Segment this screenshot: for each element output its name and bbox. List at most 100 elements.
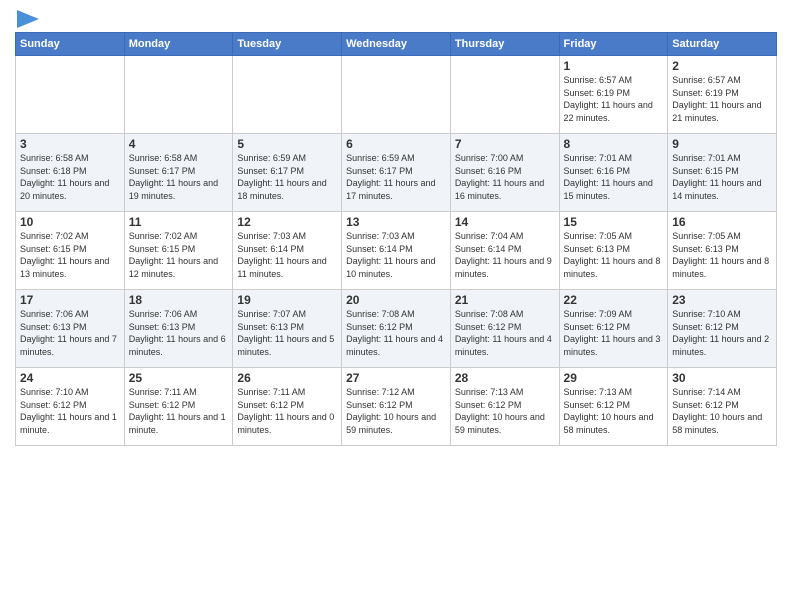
day-number: 27 xyxy=(346,371,446,385)
day-number: 24 xyxy=(20,371,120,385)
calendar-week-row: 24Sunrise: 7:10 AM Sunset: 6:12 PM Dayli… xyxy=(16,368,777,446)
page: SundayMondayTuesdayWednesdayThursdayFrid… xyxy=(0,0,792,612)
day-info: Sunrise: 7:01 AM Sunset: 6:15 PM Dayligh… xyxy=(672,152,772,202)
day-info: Sunrise: 7:06 AM Sunset: 6:13 PM Dayligh… xyxy=(20,308,120,358)
day-info: Sunrise: 7:14 AM Sunset: 6:12 PM Dayligh… xyxy=(672,386,772,436)
calendar-day-cell xyxy=(233,56,342,134)
day-number: 8 xyxy=(564,137,664,151)
calendar-day-cell: 3Sunrise: 6:58 AM Sunset: 6:18 PM Daylig… xyxy=(16,134,125,212)
day-number: 15 xyxy=(564,215,664,229)
day-info: Sunrise: 7:10 AM Sunset: 6:12 PM Dayligh… xyxy=(20,386,120,436)
day-number: 22 xyxy=(564,293,664,307)
day-info: Sunrise: 6:57 AM Sunset: 6:19 PM Dayligh… xyxy=(672,74,772,124)
header xyxy=(15,10,777,24)
calendar-day-cell: 24Sunrise: 7:10 AM Sunset: 6:12 PM Dayli… xyxy=(16,368,125,446)
calendar-day-cell: 22Sunrise: 7:09 AM Sunset: 6:12 PM Dayli… xyxy=(559,290,668,368)
day-number: 16 xyxy=(672,215,772,229)
calendar-day-cell: 29Sunrise: 7:13 AM Sunset: 6:12 PM Dayli… xyxy=(559,368,668,446)
day-number: 7 xyxy=(455,137,555,151)
calendar-week-row: 1Sunrise: 6:57 AM Sunset: 6:19 PM Daylig… xyxy=(16,56,777,134)
day-info: Sunrise: 7:09 AM Sunset: 6:12 PM Dayligh… xyxy=(564,308,664,358)
calendar-day-cell: 30Sunrise: 7:14 AM Sunset: 6:12 PM Dayli… xyxy=(668,368,777,446)
day-info: Sunrise: 7:02 AM Sunset: 6:15 PM Dayligh… xyxy=(129,230,229,280)
day-info: Sunrise: 6:57 AM Sunset: 6:19 PM Dayligh… xyxy=(564,74,664,124)
calendar-day-cell: 19Sunrise: 7:07 AM Sunset: 6:13 PM Dayli… xyxy=(233,290,342,368)
calendar-day-cell: 17Sunrise: 7:06 AM Sunset: 6:13 PM Dayli… xyxy=(16,290,125,368)
day-info: Sunrise: 6:58 AM Sunset: 6:18 PM Dayligh… xyxy=(20,152,120,202)
logo-arrow-icon xyxy=(17,10,39,28)
day-info: Sunrise: 7:03 AM Sunset: 6:14 PM Dayligh… xyxy=(237,230,337,280)
calendar-day-cell: 14Sunrise: 7:04 AM Sunset: 6:14 PM Dayli… xyxy=(450,212,559,290)
day-info: Sunrise: 7:08 AM Sunset: 6:12 PM Dayligh… xyxy=(346,308,446,358)
calendar-day-cell: 11Sunrise: 7:02 AM Sunset: 6:15 PM Dayli… xyxy=(124,212,233,290)
day-info: Sunrise: 7:00 AM Sunset: 6:16 PM Dayligh… xyxy=(455,152,555,202)
logo xyxy=(15,10,41,24)
calendar-day-cell: 1Sunrise: 6:57 AM Sunset: 6:19 PM Daylig… xyxy=(559,56,668,134)
day-number: 28 xyxy=(455,371,555,385)
calendar-day-cell: 25Sunrise: 7:11 AM Sunset: 6:12 PM Dayli… xyxy=(124,368,233,446)
day-info: Sunrise: 7:02 AM Sunset: 6:15 PM Dayligh… xyxy=(20,230,120,280)
day-info: Sunrise: 6:59 AM Sunset: 6:17 PM Dayligh… xyxy=(346,152,446,202)
day-number: 25 xyxy=(129,371,229,385)
day-number: 2 xyxy=(672,59,772,73)
day-info: Sunrise: 7:13 AM Sunset: 6:12 PM Dayligh… xyxy=(564,386,664,436)
calendar-day-cell: 9Sunrise: 7:01 AM Sunset: 6:15 PM Daylig… xyxy=(668,134,777,212)
day-info: Sunrise: 7:04 AM Sunset: 6:14 PM Dayligh… xyxy=(455,230,555,280)
day-number: 13 xyxy=(346,215,446,229)
day-number: 20 xyxy=(346,293,446,307)
calendar-day-cell xyxy=(16,56,125,134)
calendar-day-cell: 6Sunrise: 6:59 AM Sunset: 6:17 PM Daylig… xyxy=(342,134,451,212)
weekday-header: Wednesday xyxy=(342,33,451,56)
calendar-day-cell: 10Sunrise: 7:02 AM Sunset: 6:15 PM Dayli… xyxy=(16,212,125,290)
day-number: 11 xyxy=(129,215,229,229)
day-info: Sunrise: 7:05 AM Sunset: 6:13 PM Dayligh… xyxy=(672,230,772,280)
day-info: Sunrise: 7:10 AM Sunset: 6:12 PM Dayligh… xyxy=(672,308,772,358)
day-info: Sunrise: 7:08 AM Sunset: 6:12 PM Dayligh… xyxy=(455,308,555,358)
day-number: 9 xyxy=(672,137,772,151)
day-info: Sunrise: 7:12 AM Sunset: 6:12 PM Dayligh… xyxy=(346,386,446,436)
weekday-header: Saturday xyxy=(668,33,777,56)
day-info: Sunrise: 7:03 AM Sunset: 6:14 PM Dayligh… xyxy=(346,230,446,280)
calendar-day-cell: 28Sunrise: 7:13 AM Sunset: 6:12 PM Dayli… xyxy=(450,368,559,446)
day-number: 26 xyxy=(237,371,337,385)
weekday-header: Friday xyxy=(559,33,668,56)
day-info: Sunrise: 7:07 AM Sunset: 6:13 PM Dayligh… xyxy=(237,308,337,358)
calendar-week-row: 10Sunrise: 7:02 AM Sunset: 6:15 PM Dayli… xyxy=(16,212,777,290)
day-info: Sunrise: 6:58 AM Sunset: 6:17 PM Dayligh… xyxy=(129,152,229,202)
calendar-day-cell: 18Sunrise: 7:06 AM Sunset: 6:13 PM Dayli… xyxy=(124,290,233,368)
calendar-day-cell: 15Sunrise: 7:05 AM Sunset: 6:13 PM Dayli… xyxy=(559,212,668,290)
day-info: Sunrise: 7:05 AM Sunset: 6:13 PM Dayligh… xyxy=(564,230,664,280)
day-number: 29 xyxy=(564,371,664,385)
calendar-day-cell xyxy=(342,56,451,134)
day-number: 6 xyxy=(346,137,446,151)
calendar-day-cell: 21Sunrise: 7:08 AM Sunset: 6:12 PM Dayli… xyxy=(450,290,559,368)
calendar-day-cell: 20Sunrise: 7:08 AM Sunset: 6:12 PM Dayli… xyxy=(342,290,451,368)
calendar-day-cell: 7Sunrise: 7:00 AM Sunset: 6:16 PM Daylig… xyxy=(450,134,559,212)
day-info: Sunrise: 7:06 AM Sunset: 6:13 PM Dayligh… xyxy=(129,308,229,358)
day-number: 23 xyxy=(672,293,772,307)
calendar-day-cell: 12Sunrise: 7:03 AM Sunset: 6:14 PM Dayli… xyxy=(233,212,342,290)
calendar-week-row: 17Sunrise: 7:06 AM Sunset: 6:13 PM Dayli… xyxy=(16,290,777,368)
calendar-week-row: 3Sunrise: 6:58 AM Sunset: 6:18 PM Daylig… xyxy=(16,134,777,212)
day-info: Sunrise: 7:13 AM Sunset: 6:12 PM Dayligh… xyxy=(455,386,555,436)
day-number: 10 xyxy=(20,215,120,229)
calendar-table: SundayMondayTuesdayWednesdayThursdayFrid… xyxy=(15,32,777,446)
day-info: Sunrise: 7:11 AM Sunset: 6:12 PM Dayligh… xyxy=(129,386,229,436)
calendar-day-cell: 8Sunrise: 7:01 AM Sunset: 6:16 PM Daylig… xyxy=(559,134,668,212)
day-number: 1 xyxy=(564,59,664,73)
day-number: 17 xyxy=(20,293,120,307)
day-number: 14 xyxy=(455,215,555,229)
calendar-header-row: SundayMondayTuesdayWednesdayThursdayFrid… xyxy=(16,33,777,56)
day-number: 18 xyxy=(129,293,229,307)
calendar-day-cell: 13Sunrise: 7:03 AM Sunset: 6:14 PM Dayli… xyxy=(342,212,451,290)
day-info: Sunrise: 7:01 AM Sunset: 6:16 PM Dayligh… xyxy=(564,152,664,202)
calendar-day-cell: 26Sunrise: 7:11 AM Sunset: 6:12 PM Dayli… xyxy=(233,368,342,446)
calendar-day-cell xyxy=(450,56,559,134)
day-number: 12 xyxy=(237,215,337,229)
calendar-day-cell: 5Sunrise: 6:59 AM Sunset: 6:17 PM Daylig… xyxy=(233,134,342,212)
calendar-day-cell xyxy=(124,56,233,134)
weekday-header: Thursday xyxy=(450,33,559,56)
day-info: Sunrise: 6:59 AM Sunset: 6:17 PM Dayligh… xyxy=(237,152,337,202)
weekday-header: Tuesday xyxy=(233,33,342,56)
day-info: Sunrise: 7:11 AM Sunset: 6:12 PM Dayligh… xyxy=(237,386,337,436)
